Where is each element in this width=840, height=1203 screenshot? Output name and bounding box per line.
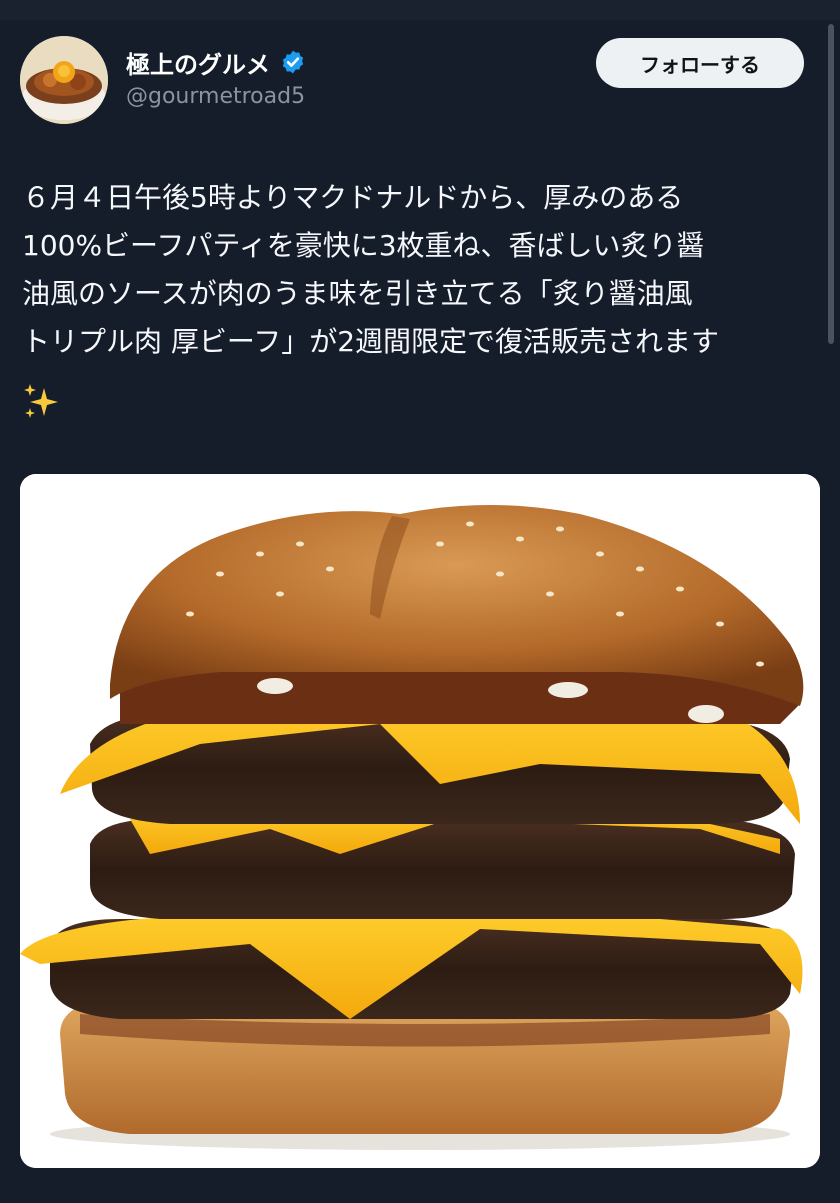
top-edge — [0, 0, 840, 20]
follow-button[interactable]: フォローする — [596, 38, 804, 88]
user-handle[interactable]: @gourmetroad5 — [126, 84, 305, 109]
display-name[interactable]: 極上のグルメ — [126, 45, 270, 80]
sparkles-icon — [24, 384, 58, 418]
triple-beef-burger-photo-icon — [20, 474, 820, 1168]
tweet-text: ６月４日午後5時よりマクドナルドから、厚みのある 100%ビーフパティを豪快に3… — [22, 181, 720, 358]
scrollbar[interactable] — [828, 24, 834, 344]
food-bowl-avatar-icon — [20, 36, 108, 124]
verified-badge-icon — [282, 50, 304, 74]
author-name-row[interactable]: 極上のグルメ — [126, 44, 306, 80]
avatar[interactable] — [20, 36, 108, 124]
tweet-media-photo[interactable] — [20, 474, 820, 1168]
